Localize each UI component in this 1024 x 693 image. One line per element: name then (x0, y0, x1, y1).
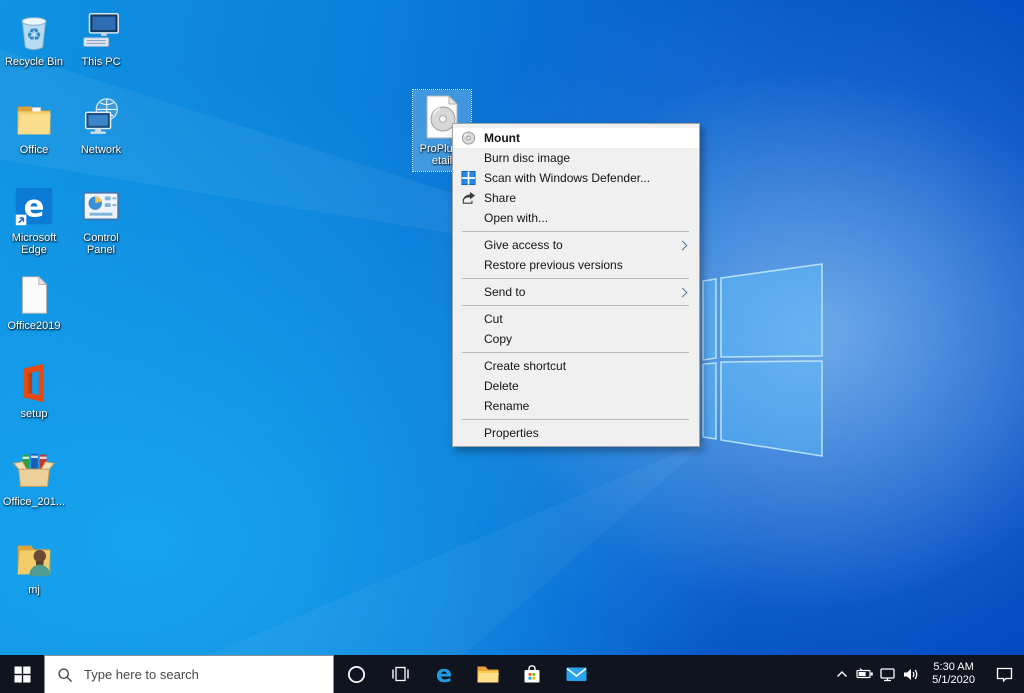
office-folder-icon (1, 94, 67, 142)
menu-item-burn-disc-image[interactable]: Burn disc image (453, 148, 699, 168)
menu-item-mount[interactable]: Mount (453, 128, 699, 148)
microsoft-edge-icon: e (1, 182, 67, 230)
desktop-icon-label: Network (68, 144, 134, 156)
menu-separator (462, 278, 689, 279)
system-tray: 5:30 AM 5/1/2020 (830, 655, 1024, 693)
desktop-icon-label: Control Panel (68, 232, 134, 256)
desktop-icon-office-201[interactable]: Office_201... (1, 446, 67, 508)
cortana-button[interactable] (334, 655, 378, 693)
svg-text:♻: ♻ (26, 25, 41, 45)
network-icon[interactable] (876, 667, 899, 682)
menu-item-label: Copy (476, 332, 512, 346)
menu-item-delete[interactable]: Delete (453, 376, 699, 396)
search-input[interactable] (82, 666, 306, 683)
desktop-icon-label: This PC (68, 56, 134, 68)
menu-item-scan-with-windows-defender[interactable]: Scan with Windows Defender... (453, 168, 699, 188)
taskbar: e 5:30 AM 5/1/2020 (0, 655, 1024, 693)
windows-logo-panes (703, 264, 822, 456)
menu-item-send-to[interactable]: Send to (453, 282, 699, 302)
desktop-icon-this-pc[interactable]: This PC (68, 6, 134, 68)
menu-item-label: Scan with Windows Defender... (476, 171, 650, 185)
menu-item-label: Rename (476, 399, 529, 413)
taskbar-clock[interactable]: 5:30 AM 5/1/2020 (922, 661, 984, 687)
edge-taskbar-icon[interactable]: e (422, 655, 466, 693)
menu-item-copy[interactable]: Copy (453, 329, 699, 349)
menu-item-label: Burn disc image (476, 151, 570, 165)
battery-icon[interactable] (853, 667, 876, 681)
mail-icon[interactable] (554, 655, 598, 693)
recycle-bin-icon: ♻ (1, 6, 67, 54)
desktop-icon-label: mj (1, 584, 67, 596)
desktop-icon-recycle-bin[interactable]: ♻ Recycle Bin (1, 6, 67, 68)
mount-icon (453, 130, 476, 146)
office-201-icon (1, 446, 67, 494)
share-icon (453, 190, 476, 206)
tray-chevron-up-icon[interactable] (830, 668, 853, 680)
svg-text:e: e (24, 190, 45, 225)
menu-item-label: Delete (476, 379, 519, 393)
office2019-icon (1, 270, 67, 318)
menu-item-label: Share (476, 191, 516, 205)
menu-item-label: Give access to (476, 238, 563, 252)
desktop-icon-office-folder[interactable]: Office (1, 94, 67, 156)
network-icon (68, 94, 134, 142)
menu-item-label: Create shortcut (476, 359, 566, 373)
context-menu: Mount Burn disc image Scan with Windows De… (452, 123, 700, 447)
file-explorer-icon[interactable] (466, 655, 510, 693)
volume-icon[interactable] (899, 667, 922, 682)
menu-item-restore-previous-versions[interactable]: Restore previous versions (453, 255, 699, 275)
desktop-icon-setup[interactable]: setup (1, 358, 67, 420)
submenu-chevron-icon (678, 241, 688, 251)
menu-item-label: Cut (476, 312, 503, 326)
setup-icon (1, 358, 67, 406)
menu-item-give-access-to[interactable]: Give access to (453, 235, 699, 255)
clock-date: 5/1/2020 (932, 674, 975, 687)
menu-separator (462, 231, 689, 232)
menu-separator (462, 352, 689, 353)
menu-item-label: Properties (476, 426, 539, 440)
clock-time: 5:30 AM (932, 661, 975, 674)
menu-separator (462, 305, 689, 306)
submenu-chevron-icon (678, 288, 688, 298)
desktop-icon-microsoft-edge[interactable]: e Microsoft Edge (1, 182, 67, 256)
desktop-icon-control-panel[interactable]: Control Panel (68, 182, 134, 256)
scan-with-windows-defender-icon (453, 170, 476, 186)
mj-icon (1, 534, 67, 582)
menu-item-open-with[interactable]: Open with... (453, 208, 699, 228)
store-icon[interactable] (510, 655, 554, 693)
menu-item-rename[interactable]: Rename (453, 396, 699, 416)
desktop-icon-label: Office2019 (1, 320, 67, 332)
menu-item-cut[interactable]: Cut (453, 309, 699, 329)
desktop-icon-office2019[interactable]: Office2019 (1, 270, 67, 332)
desktop: ♻ Recycle BinThis PC OfficeNetwork e Microso… (0, 0, 1024, 693)
control-panel-icon (68, 182, 134, 230)
desktop-icon-mj[interactable]: mj (1, 534, 67, 596)
this-pc-icon (68, 6, 134, 54)
desktop-icon-label: Microsoft Edge (1, 232, 67, 256)
desktop-icon-network[interactable]: Network (68, 94, 134, 156)
desktop-icon-label: Office_201... (1, 496, 67, 508)
menu-separator (462, 419, 689, 420)
menu-item-label: Restore previous versions (476, 258, 623, 272)
task-view-button[interactable] (378, 655, 422, 693)
svg-text:e: e (436, 661, 452, 687)
menu-item-label: Mount (476, 131, 520, 145)
menu-item-label: Send to (476, 285, 525, 299)
desktop-icon-label: Office (1, 144, 67, 156)
menu-item-share[interactable]: Share (453, 188, 699, 208)
desktop-icon-label: setup (1, 408, 67, 420)
action-center-icon[interactable] (984, 666, 1024, 682)
menu-item-create-shortcut[interactable]: Create shortcut (453, 356, 699, 376)
start-button[interactable] (0, 655, 44, 693)
desktop-icon-label: Recycle Bin (1, 56, 67, 68)
search-icon (57, 667, 73, 683)
menu-item-label: Open with... (476, 211, 548, 225)
menu-item-properties[interactable]: Properties (453, 423, 699, 443)
taskbar-search[interactable] (44, 655, 334, 693)
